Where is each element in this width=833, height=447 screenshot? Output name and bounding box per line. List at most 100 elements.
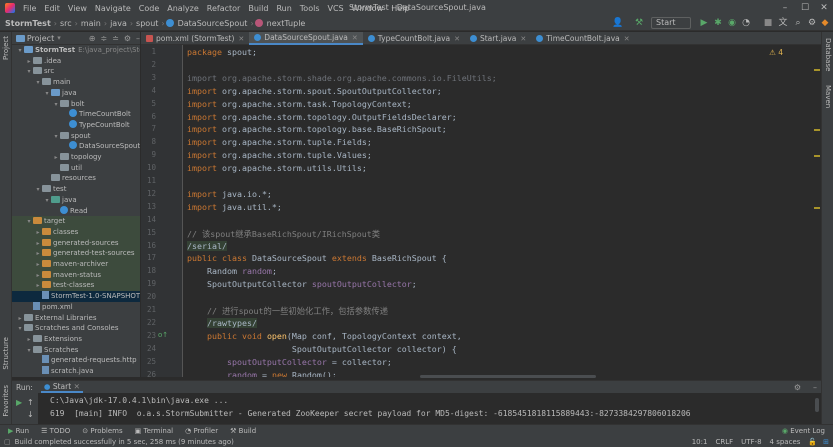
stripe-structure[interactable]: Structure [2,337,10,370]
caret-position[interactable]: 10:1 [692,438,716,446]
breadcrumb-class[interactable]: DataSourceSpout [176,19,250,28]
chevron-icon[interactable]: ▾ [52,131,60,142]
close-tab-icon[interactable]: ✕ [454,35,460,43]
breadcrumb-method[interactable]: nextTuple [265,19,308,28]
line-separator[interactable]: CRLF [715,438,741,446]
tree-item[interactable]: ▸ Extensions [12,334,140,345]
chevron-icon[interactable]: ▸ [34,259,42,270]
tree-item[interactable]: DataSourceSpout [12,141,140,152]
tree-item[interactable]: resources [12,173,140,184]
tree-item[interactable]: ▾ StormTestE:\java_project\Storm [12,45,140,56]
breadcrumb-src[interactable]: src [58,19,74,28]
indent-setting[interactable]: 4 spaces [770,438,809,446]
tree-item[interactable]: TimeCountBolt [12,109,140,120]
override-marker-icon[interactable]: o↑ [158,331,168,339]
chevron-icon[interactable]: ▸ [34,238,42,249]
stripe-database[interactable]: Database [824,38,832,71]
tree-item[interactable]: ▾ Scratches and Consoles [12,323,140,334]
stripe-favorites[interactable]: Favorites [2,385,10,417]
close-tab-icon[interactable]: ✕ [624,35,630,43]
gear-icon[interactable]: ⚙ [794,383,801,392]
chevron-icon[interactable]: ▾ [16,323,24,334]
tree-item[interactable]: ▸ classes [12,226,140,238]
hammer-icon[interactable]: ⚒ [634,18,644,28]
tree-item[interactable]: TypeCountBolt [12,119,140,131]
chevron-icon[interactable]: ▾ [25,216,33,227]
chevron-icon[interactable]: ▾ [25,66,33,77]
code-line[interactable]: public void open(Map conf, TopologyConte… [187,331,462,341]
chevron-icon[interactable]: ▾ [34,184,42,195]
tree-item[interactable]: pom.xml [12,301,140,313]
run-config-select[interactable]: Start [651,17,691,29]
close-tab-icon[interactable]: ✕ [74,382,80,391]
tab-datasourcespout[interactable]: DataSourceSpout.java ✕ [249,32,363,45]
menu-file[interactable]: File [19,4,40,13]
menu-vcs[interactable]: VCS [324,4,348,13]
tree-item[interactable]: ▾ java [12,88,140,99]
menu-analyze[interactable]: Analyze [163,4,203,13]
menu-code[interactable]: Code [135,4,163,13]
tool-build[interactable]: ⚒ Build [224,427,262,435]
collapse-all-icon[interactable]: ≐ [112,34,119,43]
minimize-icon[interactable]: – [779,2,791,14]
tab-timecountbolt[interactable]: TimeCountBolt.java ✕ [531,32,634,45]
tree-item[interactable]: ▾ Scratches [12,345,140,356]
code-line[interactable]: import org.apache.storm.utils.Utils; [187,163,367,173]
tree-item[interactable]: ▾ bolt [12,99,140,110]
settings-icon[interactable]: ⚙ [807,18,817,28]
tree-item[interactable]: ▸ External Libraries [12,313,140,324]
tree-item[interactable]: Read [12,205,140,217]
tool-todo[interactable]: ☰ TODO [35,427,76,435]
menu-run[interactable]: Run [272,4,295,13]
run-icon[interactable]: ▶ [699,18,709,28]
maximize-icon[interactable]: ☐ [799,2,811,14]
code-line[interactable]: random = new Random(); [187,370,337,378]
tree-item[interactable]: util [12,163,140,174]
gear-icon[interactable]: ⚙ [124,34,131,43]
run-console[interactable]: C:\Java\jdk-17.0.4.1\bin\java.exe ... 61… [12,393,821,424]
close-tab-icon[interactable]: ✕ [520,35,526,43]
code-line[interactable]: // 进行spout的一些初始化工作，包括参数传递 [187,305,388,317]
code-line[interactable]: Random random; [187,266,277,276]
code-line[interactable]: import org.apache.storm.task.TopologyCon… [187,99,412,109]
tab-typecountbolt[interactable]: TypeCountBolt.java ✕ [363,32,465,45]
menu-build[interactable]: Build [244,4,272,13]
menu-tools[interactable]: Tools [296,4,324,13]
coverage-icon[interactable]: ◉ [727,18,737,28]
menu-edit[interactable]: Edit [40,4,64,13]
tool-event-log[interactable]: ◉ Event Log [776,427,833,435]
project-panel-title[interactable]: Project [27,34,54,43]
code-line[interactable]: package spout; [187,47,257,57]
chevron-icon[interactable]: ▾ [25,345,33,356]
tree-item[interactable]: ▾ test [12,184,140,195]
warning-marker[interactable] [814,155,820,157]
chevron-icon[interactable]: ▸ [34,280,42,291]
code-line[interactable]: SpoutOutputCollector spoutOutputCollecto… [187,279,417,289]
status-message[interactable]: Build completed successfully in 5 sec, 2… [11,438,234,446]
code-line[interactable]: /rawtypes/ [187,317,257,328]
chevron-icon[interactable]: ▸ [25,56,33,67]
tool-run[interactable]: ▶ Run [0,427,35,435]
hide-icon[interactable]: – [136,34,140,43]
menu-navigate[interactable]: Navigate [91,4,135,13]
breadcrumb-java[interactable]: java [108,19,129,28]
translate-icon[interactable]: 文 [778,18,788,28]
tree-item[interactable]: ▾ main [12,77,140,88]
chevron-icon[interactable]: ▸ [25,334,33,345]
tree-item[interactable]: ▸ generated-sources [12,237,140,249]
tree-item[interactable]: ▸ generated-test-sources [12,248,140,260]
tree-item[interactable]: generated-requests.http [12,355,140,366]
code-editor[interactable]: ⚠ 4 package spout; import org.apache.stor… [183,45,813,377]
chevron-icon[interactable]: ▸ [34,227,42,238]
menu-refactor[interactable]: Refactor [203,4,245,13]
code-line[interactable]: import java.util.*; [187,202,282,212]
chevron-icon[interactable]: ▾ [52,99,60,110]
code-line[interactable]: spoutOutputCollector = collector; [187,357,392,367]
code-line[interactable]: import org.apache.storm.tuple.Fields; [187,137,372,147]
tree-item[interactable]: ▾ src [12,66,140,77]
tree-item[interactable]: ▾ spout [12,131,140,142]
close-tab-icon[interactable]: ✕ [238,35,244,43]
tree-item[interactable]: StormTest-1.0-SNAPSHOT.jar [12,291,140,303]
console-scrollbar[interactable] [815,398,819,412]
tool-profiler[interactable]: ◔ Profiler [179,427,224,435]
